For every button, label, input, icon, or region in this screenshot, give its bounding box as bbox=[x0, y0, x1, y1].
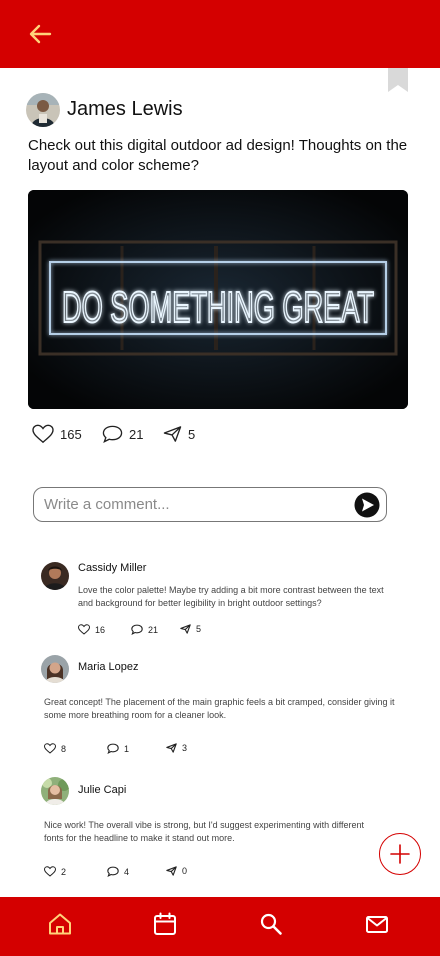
like-button[interactable]: 165 bbox=[32, 424, 82, 444]
search-icon bbox=[260, 913, 282, 935]
nav-home[interactable] bbox=[47, 911, 73, 937]
send-icon bbox=[180, 624, 191, 634]
bookmark-icon bbox=[388, 68, 408, 92]
calendar-icon bbox=[154, 912, 176, 935]
comment-reply-button[interactable]: 21 bbox=[131, 624, 158, 635]
comment-like-button[interactable]: 2 bbox=[44, 866, 66, 877]
nav-search[interactable] bbox=[258, 911, 284, 937]
author-name[interactable]: James Lewis bbox=[67, 98, 183, 121]
post-image[interactable]: DO SOMETHING GREAT bbox=[28, 190, 408, 409]
heart-icon bbox=[44, 743, 56, 754]
nav-mail[interactable] bbox=[364, 911, 390, 937]
bookmark-button[interactable] bbox=[388, 68, 408, 92]
share-count: 5 bbox=[188, 426, 196, 442]
comment-icon bbox=[131, 624, 143, 635]
avatar-image bbox=[41, 655, 69, 683]
comment-icon bbox=[102, 425, 123, 443]
commenter-name[interactable]: Julie Capi bbox=[78, 784, 126, 796]
home-icon bbox=[49, 913, 71, 935]
comment-actions: 16 21 5 bbox=[78, 624, 378, 636]
comment-share-count: 5 bbox=[196, 624, 202, 634]
heart-icon bbox=[78, 624, 90, 635]
comment-icon bbox=[107, 866, 119, 877]
nav-calendar[interactable] bbox=[152, 911, 178, 937]
avatar-image bbox=[41, 777, 69, 805]
commenter-avatar[interactable] bbox=[41, 777, 69, 805]
mail-icon bbox=[366, 916, 388, 933]
comment-count: 21 bbox=[129, 426, 144, 442]
comment-share-button[interactable]: 0 bbox=[166, 866, 187, 876]
comment-reply-button[interactable]: 4 bbox=[107, 866, 129, 877]
commenter-name[interactable]: Maria Lopez bbox=[78, 661, 139, 673]
comment-item: Maria Lopez Great concept! The placement… bbox=[0, 655, 440, 760]
comment-reply-count: 21 bbox=[148, 624, 159, 635]
send-arrow-icon bbox=[354, 492, 380, 518]
post-text: Check out this digital outdoor ad design… bbox=[28, 137, 408, 174]
comment-share-button[interactable]: 3 bbox=[166, 743, 187, 753]
send-comment-button[interactable] bbox=[354, 492, 380, 518]
arrow-left-icon bbox=[29, 24, 52, 44]
comment-text: Nice work! The overall vibe is strong, b… bbox=[44, 820, 365, 843]
comment-item: Cassidy Miller Love the color palette! M… bbox=[0, 562, 440, 637]
comment-icon bbox=[107, 743, 119, 754]
comment-like-button[interactable]: 16 bbox=[78, 624, 105, 635]
send-icon bbox=[166, 743, 177, 753]
comment-like-count: 8 bbox=[61, 743, 67, 754]
author-avatar[interactable] bbox=[26, 93, 60, 127]
avatar-image bbox=[41, 562, 69, 590]
send-icon bbox=[166, 866, 177, 876]
commenter-avatar[interactable] bbox=[41, 655, 69, 683]
comment-button[interactable]: 21 bbox=[102, 424, 143, 444]
heart-icon bbox=[32, 424, 54, 444]
add-button[interactable] bbox=[379, 833, 421, 875]
comment-input[interactable] bbox=[44, 488, 344, 521]
back-button[interactable] bbox=[24, 20, 56, 48]
post-actions: 165 21 5 bbox=[32, 424, 412, 444]
comment-reply-button[interactable]: 1 bbox=[107, 743, 129, 754]
comment-actions: 8 1 3 bbox=[44, 743, 344, 755]
avatar-image bbox=[26, 93, 60, 127]
send-icon bbox=[163, 426, 182, 442]
comment-like-count: 2 bbox=[61, 866, 67, 877]
neon-sign-image: DO SOMETHING GREAT bbox=[28, 190, 408, 409]
commenter-name[interactable]: Cassidy Miller bbox=[78, 562, 146, 574]
comment-actions: 2 4 0 bbox=[44, 866, 344, 878]
plus-icon bbox=[390, 844, 410, 864]
comment-share-count: 0 bbox=[182, 866, 188, 876]
comment-share-count: 3 bbox=[182, 743, 188, 753]
like-count: 165 bbox=[60, 426, 82, 442]
heart-icon bbox=[44, 866, 56, 877]
comment-reply-count: 1 bbox=[124, 743, 130, 754]
comment-text: Love the color palette! Maybe try adding… bbox=[78, 585, 384, 608]
comment-share-button[interactable]: 5 bbox=[180, 624, 201, 634]
comment-like-button[interactable]: 8 bbox=[44, 743, 66, 754]
sign-text: DO SOMETHING GREAT bbox=[62, 283, 374, 332]
comment-reply-count: 4 bbox=[124, 866, 130, 877]
comment-item: Julie Capi Nice work! The overall vibe i… bbox=[0, 777, 440, 882]
comment-like-count: 16 bbox=[95, 624, 106, 635]
comment-box bbox=[33, 487, 387, 522]
share-button[interactable]: 5 bbox=[163, 424, 195, 444]
commenter-avatar[interactable] bbox=[41, 562, 69, 590]
comment-text: Great concept! The placement of the main… bbox=[44, 697, 395, 720]
bottom-nav bbox=[0, 897, 440, 956]
top-app-bar bbox=[0, 0, 440, 68]
